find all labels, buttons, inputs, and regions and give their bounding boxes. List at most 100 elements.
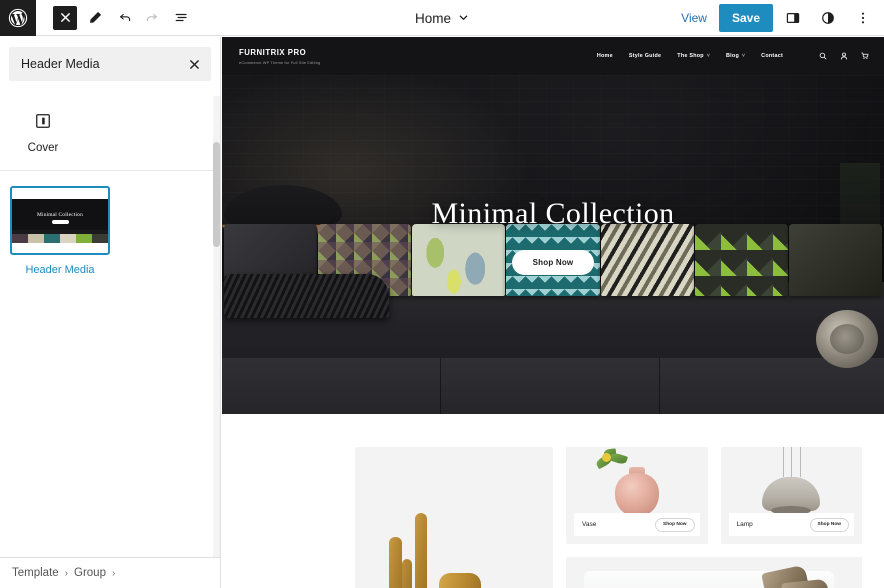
product-shop-now-button[interactable]: Shop Now — [655, 517, 695, 532]
product-card-leather-sofa[interactable]: Leather Sofa Shop Now — [566, 557, 862, 588]
chevron-down-icon: ˅ — [706, 53, 711, 59]
search-input[interactable] — [10, 48, 210, 80]
close-icon[interactable] — [184, 54, 204, 74]
site-header-icons — [819, 52, 869, 60]
wordpress-logo-icon[interactable] — [0, 0, 36, 36]
pattern-preview-title: Minimal Collection — [37, 212, 83, 218]
page-title: Home — [414, 10, 451, 26]
product-name: Lamp — [736, 521, 753, 528]
hero-title: Minimal Collection — [431, 197, 675, 230]
contrast-styles-icon[interactable] — [813, 3, 843, 33]
hero-cover-block[interactable]: Minimal Collection Shop Now — [222, 75, 884, 414]
vase-pot-shape — [614, 473, 659, 517]
nav-label: Contact — [761, 53, 783, 59]
vase-shape — [415, 513, 427, 588]
sofa-seam — [658, 358, 660, 414]
nav-item-the-shop[interactable]: The Shop ˅ — [677, 53, 710, 59]
chevron-down-icon: ˅ — [742, 53, 746, 59]
search-box[interactable] — [9, 47, 211, 81]
pattern-item-label: Header Media — [25, 264, 95, 276]
sofa-seat — [222, 358, 884, 414]
nav-label: The Shop — [677, 53, 704, 59]
undo-icon[interactable] — [113, 6, 137, 30]
breadcrumb: Template › Group › — [0, 557, 220, 588]
product-shop-now-button[interactable]: Shop Now — [809, 517, 849, 532]
vase-shape — [389, 537, 402, 588]
nav-item-contact[interactable]: Contact — [761, 53, 783, 59]
pattern-preview-button — [51, 220, 69, 224]
blocks-results: Cover — [0, 93, 220, 166]
pattern-item-header-media[interactable]: Minimal Collection Header Media — [10, 186, 110, 276]
product-card-modern-chairs[interactable]: Modern Chairs Shop Now — [355, 447, 553, 588]
product-card-bar: Lamp Shop Now — [728, 513, 854, 536]
save-button[interactable]: Save — [718, 3, 773, 32]
product-column-left: Modern Chairs Shop Now — [355, 447, 553, 588]
hero-shop-now-button[interactable]: Shop Now — [511, 250, 595, 275]
shell-decor-icon — [816, 310, 878, 368]
product-card-vase[interactable]: Vase Shop Now — [566, 447, 708, 544]
nav-label: Home — [596, 53, 613, 59]
lamp-cord — [799, 447, 801, 477]
cart-icon[interactable] — [861, 52, 869, 60]
view-link[interactable]: View — [669, 0, 719, 36]
product-card-lamp[interactable]: Lamp Shop Now — [720, 447, 862, 544]
sofa-image — [566, 557, 862, 588]
product-name: Vase — [582, 521, 597, 528]
vase-shape — [402, 559, 412, 588]
editor-top-bar: Home View Save — [0, 0, 884, 36]
breadcrumb-item-template[interactable]: Template — [12, 567, 59, 579]
top-bar-actions: View Save — [669, 0, 884, 36]
product-grid: Modern Chairs Shop Now — [222, 414, 884, 588]
cover-block-icon — [31, 109, 55, 133]
inserter-results: Cover Minimal Collection Header Media — [0, 93, 220, 557]
block-inserter-sidebar: Cover Minimal Collection — [0, 37, 221, 588]
patterns-results: Minimal Collection Header Media — [0, 171, 220, 290]
chevron-down-icon — [458, 11, 469, 26]
leaf-shape — [609, 451, 628, 466]
site-header-block[interactable]: FURNITRIX PRO eCommerce WP Theme for Ful… — [222, 37, 884, 75]
pattern-preview: Minimal Collection — [12, 198, 108, 243]
sidebar-scrollbar[interactable] — [213, 96, 220, 557]
pencil-edit-icon[interactable] — [83, 6, 107, 30]
product-row-top: Vase Shop Now Lamp Shop Now — [566, 447, 862, 544]
pattern-thumbnail[interactable]: Minimal Collection — [10, 186, 110, 255]
sofa-seam — [440, 358, 442, 414]
three-dots-vertical-icon[interactable] — [848, 3, 878, 33]
nav-label: Style Guide — [628, 53, 662, 59]
document-title-button[interactable]: Home — [415, 11, 469, 26]
editor-canvas[interactable]: FURNITRIX PRO eCommerce WP Theme for Ful… — [222, 37, 884, 588]
hero-content: Minimal Collection Shop Now — [222, 197, 884, 275]
account-icon[interactable] — [840, 52, 848, 60]
block-item-cover[interactable]: Cover — [10, 109, 76, 154]
wooden-vases-image — [355, 473, 553, 588]
pattern-preview-sofa — [12, 229, 108, 243]
site-tagline: eCommerce WP Theme for Full Site Editing — [239, 59, 321, 65]
nav-item-home[interactable]: Home — [597, 53, 613, 59]
lamp-dome-shape — [762, 477, 821, 515]
list-view-icon[interactable] — [169, 6, 193, 30]
site-navigation: Home Style Guide The Shop ˅ Blog ˅ Conta… — [597, 53, 783, 59]
search-icon[interactable] — [819, 52, 827, 60]
editor-tools — [36, 5, 193, 30]
site-branding: FURNITRIX PRO eCommerce WP Theme for Ful… — [239, 48, 320, 65]
flower-bud-shape — [602, 453, 611, 462]
nav-item-blog[interactable]: Blog ˅ — [726, 53, 745, 59]
site-title: FURNITRIX PRO — [239, 47, 307, 57]
lamp-cord — [782, 447, 784, 477]
product-card-bar: Vase Shop Now — [574, 513, 700, 536]
redo-icon[interactable] — [139, 6, 163, 30]
chevron-right-icon: › — [64, 567, 69, 579]
nav-label: Blog — [726, 53, 739, 59]
vase-shape — [439, 573, 481, 588]
block-item-label: Cover — [27, 142, 59, 154]
scrollbar-thumb[interactable] — [213, 142, 220, 247]
sidebar-panel-icon[interactable] — [778, 3, 808, 33]
product-column-right: Vase Shop Now Lamp Shop Now — [566, 447, 862, 588]
throw-blanket — [224, 274, 389, 318]
close-editor-button[interactable] — [53, 5, 77, 30]
chevron-right-icon: › — [111, 567, 116, 579]
search-area — [0, 37, 220, 93]
lamp-cord — [791, 447, 793, 477]
nav-item-style-guide[interactable]: Style Guide — [629, 53, 661, 59]
breadcrumb-item-group[interactable]: Group — [74, 567, 106, 579]
